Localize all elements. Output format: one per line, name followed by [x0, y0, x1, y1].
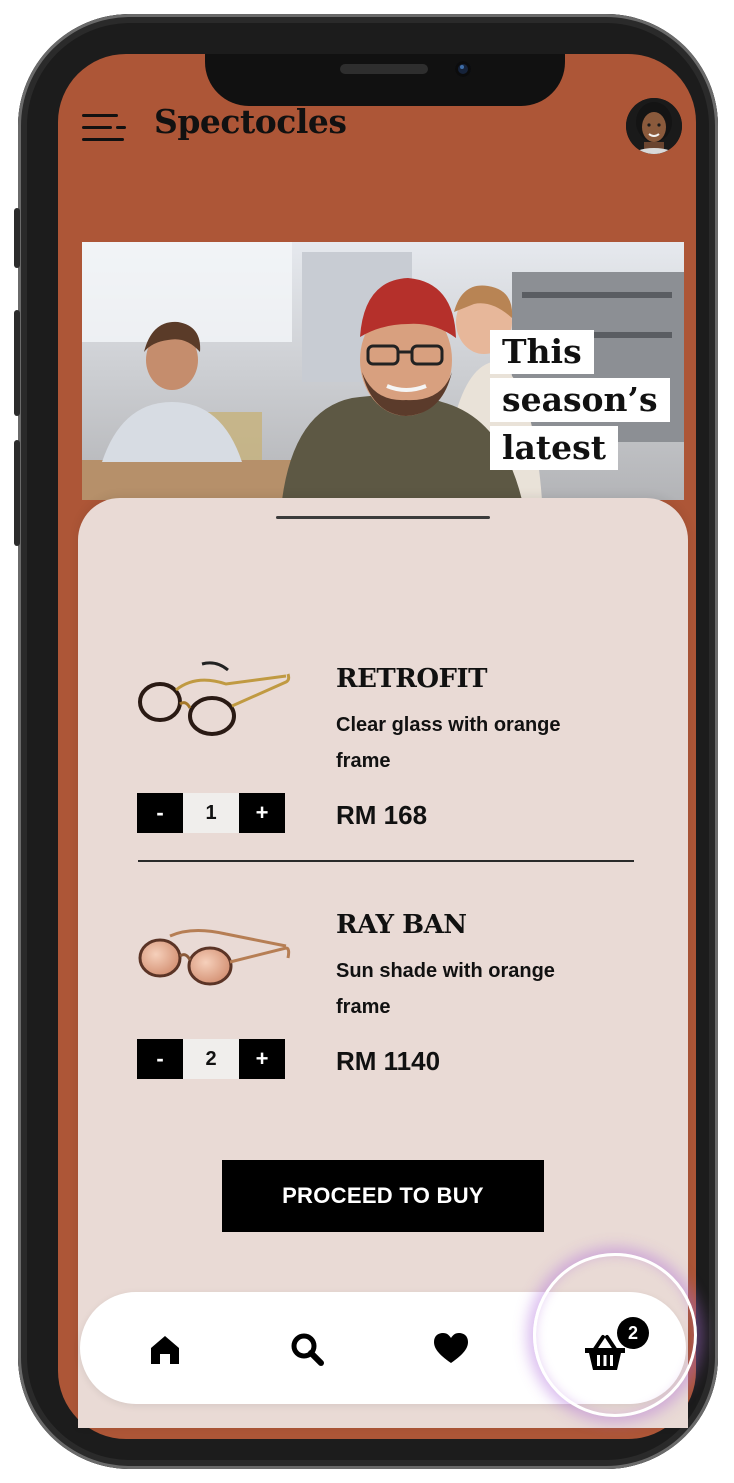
phone-side-button: [14, 208, 20, 268]
app-title: Spectocles: [154, 102, 347, 141]
retrofit-glasses-image: [138, 661, 291, 736]
cart-count-badge: 2: [617, 1317, 649, 1349]
hero-headline: This season’s latest: [490, 330, 670, 474]
increment-button[interactable]: +: [239, 1039, 285, 1079]
item-divider: [138, 860, 634, 862]
nav-home-button[interactable]: [138, 1322, 192, 1376]
phone-side-button: [14, 440, 20, 546]
phone-side-button: [14, 310, 20, 416]
cart-item-price: RM 168: [336, 800, 428, 830]
increment-button[interactable]: +: [239, 793, 285, 833]
decrement-button[interactable]: -: [137, 793, 183, 833]
phone-notch: [205, 54, 565, 106]
quantity-stepper: - 2 +: [137, 1039, 285, 1079]
sheet-drag-handle[interactable]: [276, 516, 490, 519]
hamburger-menu-icon[interactable]: [82, 114, 126, 142]
cart-item-name: RAY BAN: [336, 910, 467, 940]
ray-ban-glasses-image: [138, 929, 291, 986]
cart-item-description: Clear glass with orange frame: [336, 714, 561, 772]
proceed-to-buy-button[interactable]: PROCEED TO BUY: [222, 1160, 544, 1232]
quantity-value: 2: [183, 1039, 239, 1079]
heart-icon: [434, 1333, 468, 1363]
user-avatar[interactable]: [626, 98, 682, 154]
speaker-grille: [340, 64, 428, 74]
cart-item-description: Sun shade with orange frame: [336, 960, 555, 1018]
nav-search-button[interactable]: [280, 1322, 334, 1376]
search-icon: [291, 1333, 324, 1366]
home-icon: [151, 1336, 179, 1364]
avatar-image: [626, 98, 682, 154]
cart-item-price: RM 1140: [336, 1046, 441, 1076]
quantity-stepper: - 1 +: [137, 793, 285, 833]
hero-line: latest: [490, 426, 618, 470]
hero-line: season’s: [490, 378, 670, 422]
quantity-value: 1: [183, 793, 239, 833]
front-camera: [455, 61, 471, 77]
decrement-button[interactable]: -: [137, 1039, 183, 1079]
nav-favorites-button[interactable]: [424, 1322, 478, 1376]
hero-line: This: [490, 330, 594, 374]
cart-item-name: RETROFIT: [336, 664, 488, 694]
